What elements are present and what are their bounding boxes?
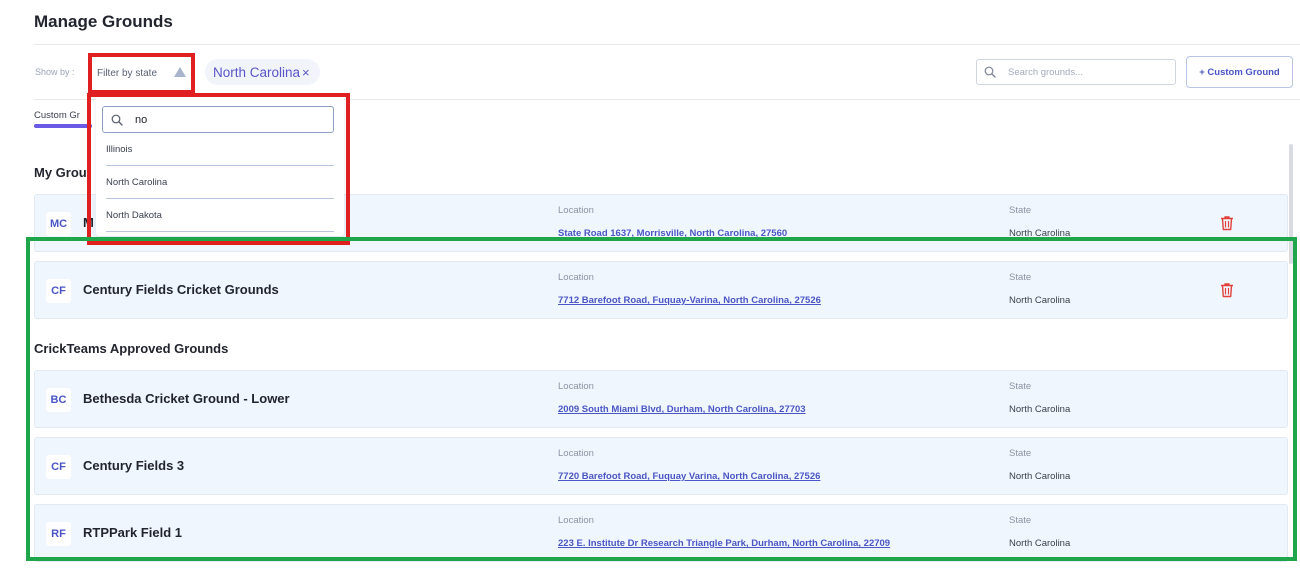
location-label: Location bbox=[558, 205, 594, 216]
chip-label: North Carolina bbox=[213, 64, 301, 80]
ground-avatar: MC bbox=[46, 212, 71, 236]
highlight-box-dropdown bbox=[87, 93, 350, 245]
active-tab-indicator bbox=[34, 124, 92, 128]
active-filter-chip: North Carolina × bbox=[205, 59, 320, 85]
page-title: Manage Grounds bbox=[34, 12, 173, 31]
highlight-box-filter-button bbox=[88, 53, 195, 94]
state-label: State bbox=[1009, 205, 1032, 216]
show-by-label: Show by : bbox=[35, 67, 75, 77]
highlight-box-results bbox=[26, 237, 1297, 561]
section-title-my-grounds: My Grou bbox=[34, 165, 87, 180]
search-grounds-box[interactable] bbox=[976, 59, 1176, 85]
add-custom-ground-button[interactable]: + Custom Ground bbox=[1186, 56, 1293, 88]
trash-icon[interactable] bbox=[1220, 215, 1234, 231]
header-divider bbox=[34, 44, 1300, 45]
search-icon bbox=[984, 66, 996, 78]
close-icon[interactable]: × bbox=[302, 65, 310, 80]
search-grounds-input[interactable] bbox=[1008, 66, 1158, 78]
tab-custom-grounds[interactable]: Custom Gr bbox=[34, 110, 94, 121]
